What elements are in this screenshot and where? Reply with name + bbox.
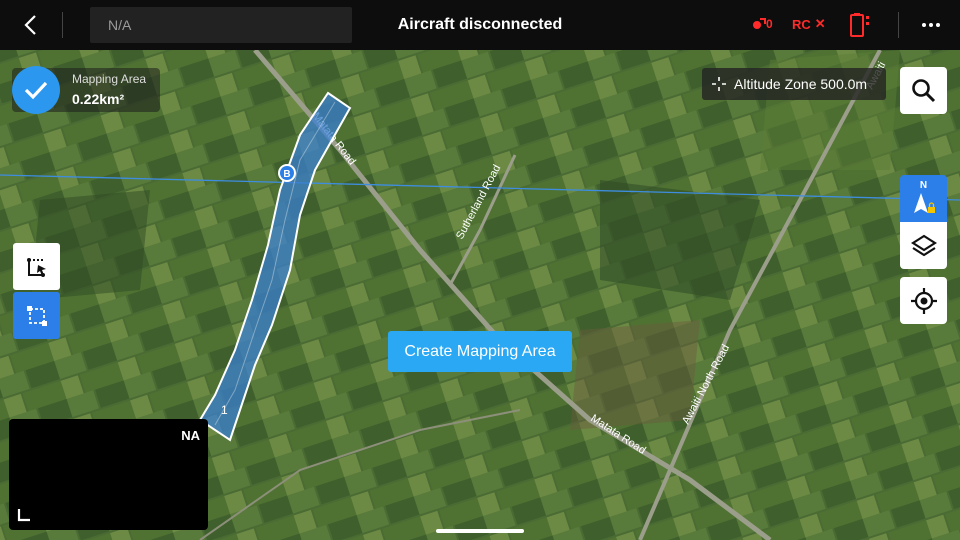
page-title: Aircraft disconnected: [397, 16, 563, 33]
search-icon: [911, 78, 935, 102]
camera-preview[interactable]: NA: [9, 419, 208, 530]
more-dots-icon: [922, 23, 940, 27]
expand-corner-icon[interactable]: [17, 508, 31, 522]
divider: [62, 12, 63, 38]
checkmark-icon: [24, 81, 48, 100]
locate-button[interactable]: [900, 277, 947, 324]
drone-count: 0: [766, 17, 773, 31]
polygon-draw-icon: [26, 257, 46, 277]
rc-label: RC: [792, 16, 811, 32]
draw-rectangle-tool[interactable]: [13, 292, 60, 339]
search-button[interactable]: [900, 67, 947, 114]
north-arrow-icon: [913, 192, 935, 213]
aircraft-status-box[interactable]: N/A: [90, 7, 352, 43]
altitude-zone-badge[interactable]: Altitude Zone 500.0m: [702, 68, 886, 100]
confirm-button[interactable]: [12, 66, 60, 114]
locate-target-icon: [910, 287, 937, 314]
chevron-left-icon: [24, 15, 36, 35]
more-options-button[interactable]: [914, 12, 948, 38]
back-button[interactable]: [14, 10, 46, 40]
rc-status[interactable]: RC ✕: [792, 16, 826, 32]
mapping-area-label: Mapping Area: [72, 72, 147, 86]
polygon-end-label: 1: [221, 403, 228, 417]
top-bar: N/A Aircraft disconnected 0 RC ✕: [0, 0, 960, 50]
home-indicator[interactable]: [436, 529, 524, 533]
battery-empty-icon: [850, 13, 869, 37]
camera-preview-status: NA: [181, 428, 200, 443]
altitude-zone-text: Altitude Zone 500.0m: [734, 76, 868, 92]
aircraft-status-text: N/A: [108, 17, 132, 33]
rectangle-select-icon: [26, 305, 47, 326]
crosshair-icon: [712, 77, 726, 91]
mapping-area-info: Mapping Area 0.22km²: [12, 66, 160, 114]
rc-disconnected-icon: ✕: [814, 16, 826, 31]
compass-north-label: N: [919, 179, 928, 191]
compass-button[interactable]: N: [900, 175, 947, 222]
drone-signal-icon: [753, 18, 766, 29]
divider: [898, 12, 899, 38]
mapping-area-value: 0.22km²: [72, 91, 125, 107]
map-layers-button[interactable]: [900, 222, 947, 269]
layers-icon: [910, 234, 937, 256]
polygon-start-label: B: [283, 169, 290, 180]
create-mapping-area-button[interactable]: Create Mapping Area: [388, 331, 572, 372]
draw-polygon-tool[interactable]: [13, 243, 60, 290]
drone-status[interactable]: 0: [752, 17, 773, 31]
battery-status[interactable]: [848, 12, 874, 43]
polygon-start-marker[interactable]: B: [278, 164, 296, 182]
